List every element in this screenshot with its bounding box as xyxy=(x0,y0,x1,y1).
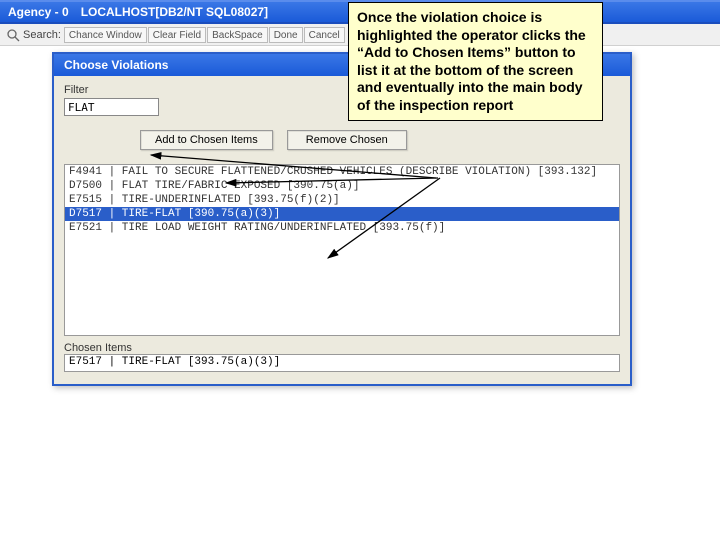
instruction-callout: Once the violation choice is highlighted… xyxy=(348,2,603,121)
add-to-chosen-button[interactable]: Add to Chosen Items xyxy=(140,130,273,150)
list-item[interactable]: D7517 | TIRE-FLAT [390.75(a)(3)] xyxy=(65,207,619,221)
chosen-items-box[interactable]: E7517 | TIRE-FLAT [393.75(a)(3)] xyxy=(64,354,620,372)
connection-label: LOCALHOST[DB2/NT SQL08027] xyxy=(81,5,268,19)
violations-listbox[interactable]: F4941 | FAIL TO SECURE FLATTENED/CRUSHED… xyxy=(64,164,620,336)
search-label: Search: xyxy=(23,29,61,41)
clear-field-button[interactable]: Clear Field xyxy=(148,27,206,43)
agency-label: Agency - 0 xyxy=(8,5,69,19)
list-item[interactable]: E7515 | TIRE-UNDERINFLATED [393.75(f)(2)… xyxy=(65,193,619,207)
search-icon xyxy=(6,28,20,42)
chosen-items-label: Chosen Items xyxy=(64,342,620,354)
filter-input[interactable] xyxy=(64,98,159,116)
done-button[interactable]: Done xyxy=(269,27,303,43)
remove-chosen-button[interactable]: Remove Chosen xyxy=(287,130,407,150)
cancel-button[interactable]: Cancel xyxy=(304,27,345,43)
list-item[interactable]: F4941 | FAIL TO SECURE FLATTENED/CRUSHED… xyxy=(65,165,619,179)
list-item[interactable]: D7500 | FLAT TIRE/FABRIC EXPOSED [390.75… xyxy=(65,179,619,193)
list-item[interactable]: E7521 | TIRE LOAD WEIGHT RATING/UNDERINF… xyxy=(65,221,619,235)
backspace-button[interactable]: BackSpace xyxy=(207,27,268,43)
chance-window-button[interactable]: Chance Window xyxy=(64,27,147,43)
